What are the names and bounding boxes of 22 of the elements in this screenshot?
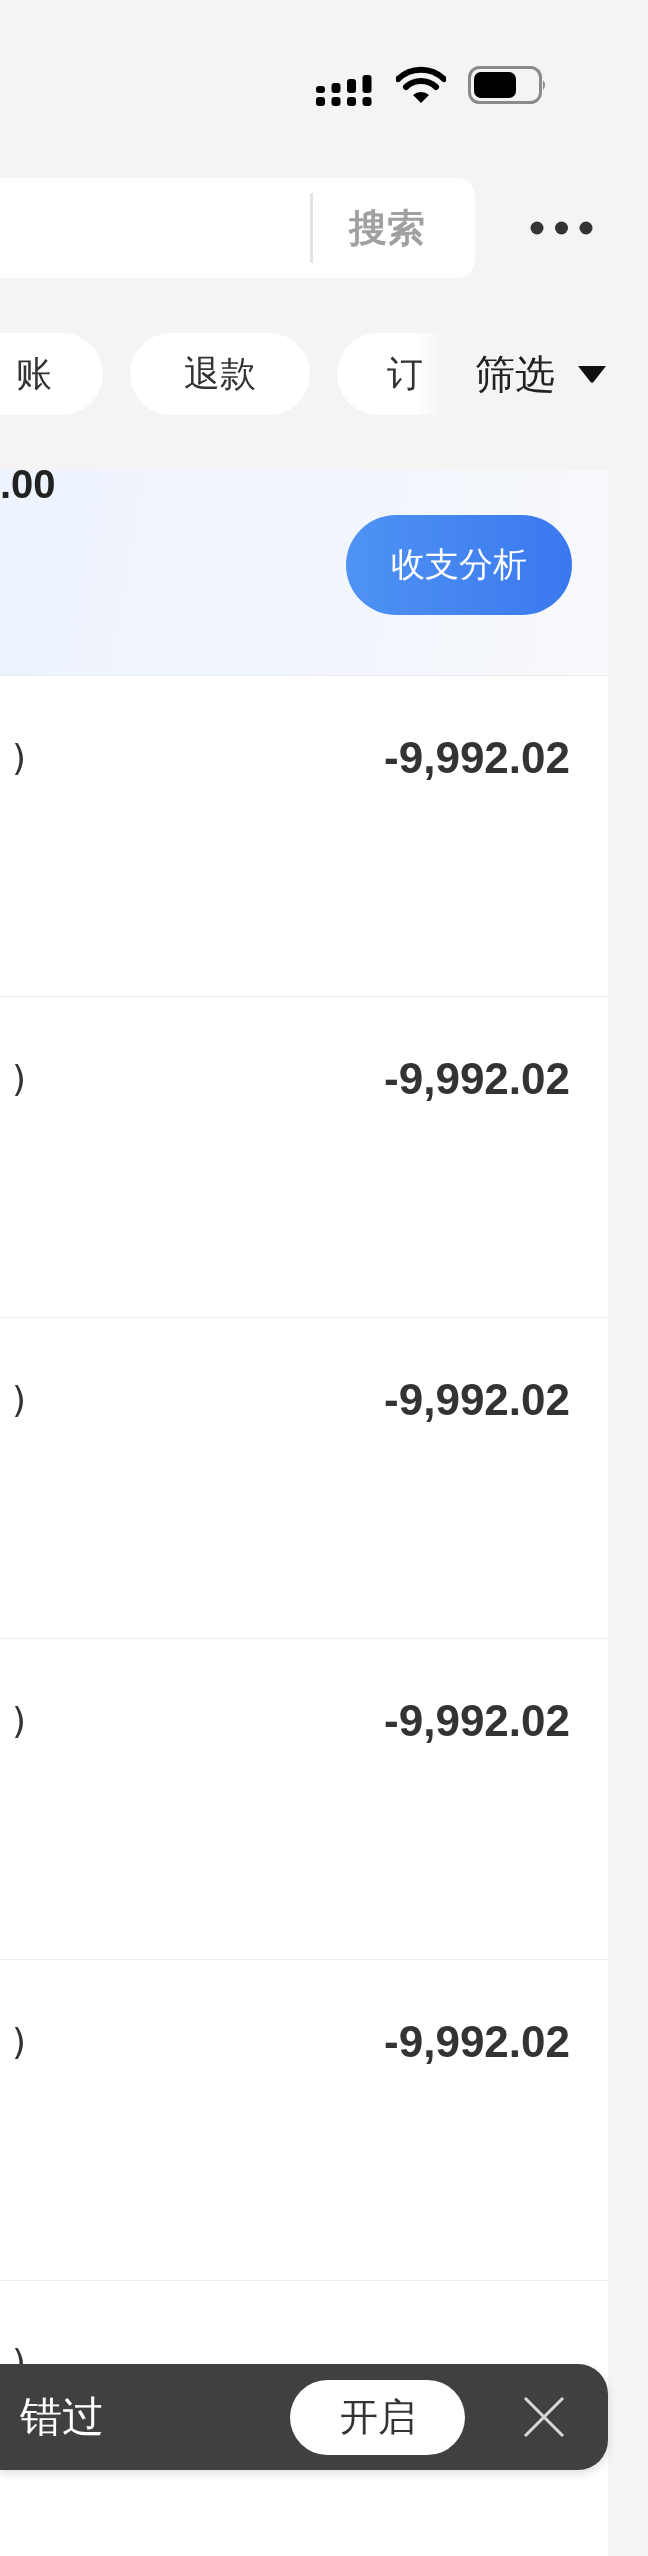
- close-icon: [523, 2397, 565, 2437]
- transaction-note: ): [12, 1057, 27, 1101]
- balance-amount: .00: [0, 466, 56, 502]
- caret-icon: [577, 365, 607, 383]
- transaction-amount: -9,992.02: [384, 732, 570, 784]
- transaction-amount: -9,992.02: [384, 1374, 570, 1426]
- transaction-note: ): [12, 1378, 27, 1422]
- close-button[interactable]: [523, 2397, 565, 2437]
- analysis-button[interactable]: 收支分析: [346, 515, 572, 615]
- transaction-note: ): [12, 736, 27, 780]
- filter-chip[interactable]: 退款: [130, 333, 310, 415]
- filter-chip[interactable]: 账: [0, 333, 103, 415]
- battery-icon: [468, 66, 548, 104]
- wifi-icon: [396, 66, 446, 104]
- transaction-note: ): [12, 1699, 27, 1743]
- more-icon: [530, 220, 593, 236]
- transaction-amount: -9,992.02: [384, 1053, 570, 1105]
- transaction-amount: -9,992.02: [384, 2016, 570, 2068]
- transaction-amount: -9,992.02: [384, 1695, 570, 1747]
- enable-button[interactable]: 开启: [290, 2379, 465, 2455]
- transaction-note: ): [12, 2020, 27, 2064]
- banner-text: 错过: [20, 2396, 104, 2438]
